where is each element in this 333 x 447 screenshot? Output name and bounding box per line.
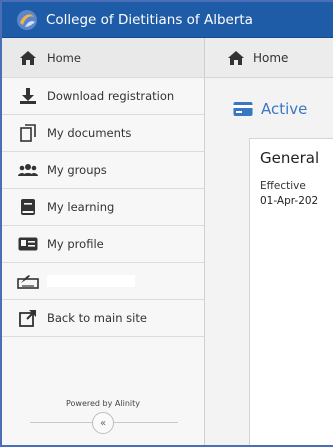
effective-label: Effective — [260, 180, 306, 192]
college-logo-icon — [16, 9, 38, 31]
home-icon — [17, 48, 39, 68]
card-title: General — [260, 149, 320, 167]
breadcrumb: Home — [205, 38, 333, 78]
redacted-label — [47, 275, 135, 287]
sidebar-item-label: Home — [47, 50, 81, 65]
id-card-icon — [17, 234, 39, 254]
signature-icon — [17, 271, 39, 291]
sidebar-item-download-registration[interactable]: Download registration — [2, 78, 204, 115]
sidebar-item-label: My learning — [47, 200, 115, 214]
external-link-icon — [17, 308, 39, 328]
breadcrumb-home-link[interactable]: Home — [253, 51, 288, 65]
collapse-sidebar-button[interactable]: « — [92, 412, 114, 434]
sidebar-item-label: My profile — [47, 237, 104, 251]
sidebar-item-label: My documents — [47, 126, 132, 140]
main-content: Home Active General Effective 01-Apr-202 — [205, 38, 333, 445]
book-icon — [17, 197, 39, 217]
documents-icon — [17, 123, 39, 143]
section-title: Active — [261, 100, 308, 118]
section-header: Active — [233, 100, 307, 118]
sidebar-item-back-to-main-site[interactable]: Back to main site — [2, 300, 204, 337]
home-icon — [227, 50, 245, 66]
registration-card[interactable]: General Effective 01-Apr-202 — [249, 138, 333, 445]
download-icon — [17, 86, 39, 106]
groups-icon — [17, 160, 39, 180]
credit-card-icon — [233, 101, 253, 117]
sidebar-item-label: My groups — [47, 163, 107, 177]
sidebar-item-label: Back to main site — [47, 311, 147, 325]
sidebar-item-my-learning[interactable]: My learning — [2, 189, 204, 226]
sidebar-item-my-groups[interactable]: My groups — [2, 152, 204, 189]
app-window: College of Dietitians of Alberta Home Do… — [0, 0, 333, 447]
powered-by-label: Powered by Alinity — [66, 399, 140, 408]
sidebar-item-signature[interactable] — [2, 263, 204, 300]
sidebar-item-home[interactable]: Home — [2, 38, 204, 78]
sidebar-item-label: Download registration — [47, 89, 175, 103]
app-title: College of Dietitians of Alberta — [46, 11, 253, 28]
sidebar: Home Download registration My documents … — [2, 38, 205, 445]
sidebar-item-my-documents[interactable]: My documents — [2, 115, 204, 152]
title-bar: College of Dietitians of Alberta — [2, 2, 333, 38]
effective-date: 01-Apr-202 — [260, 195, 319, 207]
sidebar-item-my-profile[interactable]: My profile — [2, 226, 204, 263]
